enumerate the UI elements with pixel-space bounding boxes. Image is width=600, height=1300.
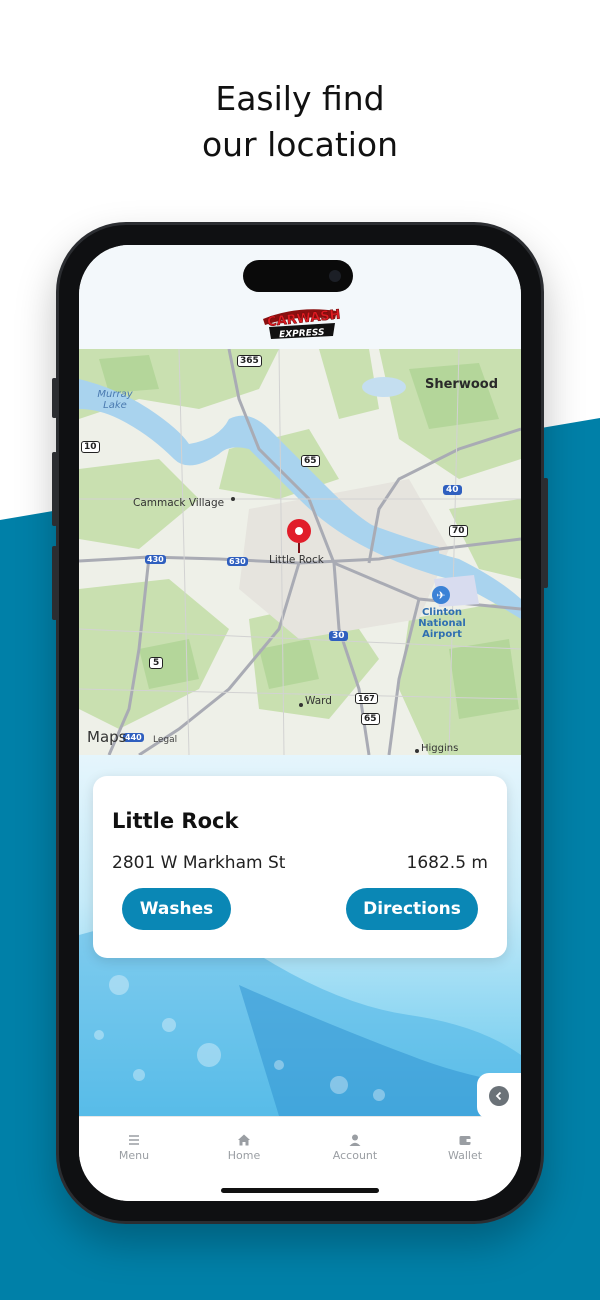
account-icon bbox=[349, 1134, 361, 1146]
washes-button[interactable]: Washes bbox=[122, 888, 231, 930]
phone-power-button bbox=[543, 478, 548, 588]
phone-volume-up-button bbox=[52, 452, 57, 526]
carwash-express-logo: CARWASH EXPRESS bbox=[263, 307, 342, 340]
shield-40: 40 bbox=[443, 485, 462, 495]
phone-action-button bbox=[52, 378, 57, 418]
menu-icon bbox=[129, 1135, 139, 1145]
label-little-rock: Little Rock bbox=[269, 554, 324, 566]
shield-167: 167 bbox=[355, 693, 378, 704]
front-camera bbox=[329, 270, 341, 282]
shield-365: 365 bbox=[237, 355, 262, 367]
label-sherwood: Sherwood bbox=[425, 377, 499, 392]
label-ward: Ward bbox=[305, 695, 332, 707]
directions-button[interactable]: Directions bbox=[346, 888, 478, 930]
home-indicator[interactable] bbox=[221, 1188, 379, 1193]
phone-screen: CARWASH EXPRESS ✈ 365 10 65 40 70 430 63… bbox=[79, 245, 521, 1201]
nav-label-menu: Menu bbox=[118, 1149, 150, 1162]
headline-line-2: our location bbox=[201, 125, 399, 164]
nav-label-account: Account bbox=[332, 1149, 378, 1162]
maps-label: Maps bbox=[87, 728, 127, 746]
wallet-icon bbox=[459, 1136, 471, 1145]
svg-text:✈: ✈ bbox=[436, 589, 445, 602]
logo-text-bottom: EXPRESS bbox=[279, 328, 325, 340]
label-clinton-airport: Clinton National Airport bbox=[418, 607, 466, 640]
collapse-panel-tab[interactable] bbox=[477, 1073, 521, 1119]
shield-70: 70 bbox=[449, 525, 468, 537]
shield-5: 5 bbox=[149, 657, 164, 669]
shield-10: 10 bbox=[81, 441, 100, 453]
label-higgins: Higgins bbox=[421, 743, 459, 754]
location-distance: 1682.5 m bbox=[406, 853, 488, 873]
headline: Easily find our location bbox=[0, 76, 600, 168]
legal-link[interactable]: Legal bbox=[153, 735, 177, 745]
apple-maps-attribution[interactable]: Maps bbox=[87, 727, 126, 746]
location-name: Little Rock bbox=[112, 809, 239, 833]
nav-item-account[interactable]: Account bbox=[300, 1133, 410, 1162]
phone-volume-down-button bbox=[52, 546, 57, 620]
shield-30: 30 bbox=[329, 631, 348, 641]
location-address: 2801 W Markham St bbox=[112, 853, 286, 873]
label-cammack-village: Cammack Village bbox=[133, 497, 225, 509]
nav-label-home: Home bbox=[227, 1149, 261, 1162]
map-view[interactable]: ✈ 365 10 65 40 70 430 630 30 5 167 65 44… bbox=[79, 349, 521, 755]
home-icon bbox=[238, 1134, 250, 1146]
shield-65-north: 65 bbox=[301, 455, 320, 467]
chevron-left-icon bbox=[489, 1086, 509, 1106]
location-card[interactable]: Little Rock 2801 W Markham St 1682.5 m W… bbox=[93, 776, 507, 958]
nav-label-wallet: Wallet bbox=[447, 1149, 483, 1162]
dynamic-island bbox=[243, 260, 353, 292]
nav-item-home[interactable]: Home bbox=[189, 1133, 299, 1162]
label-murray-lake: Murray Lake bbox=[97, 389, 133, 411]
nav-item-menu[interactable]: Menu bbox=[79, 1133, 189, 1162]
map-canvas: ✈ bbox=[79, 349, 521, 755]
phone-frame: CARWASH EXPRESS ✈ 365 10 65 40 70 430 63… bbox=[52, 222, 548, 1224]
nav-item-wallet[interactable]: Wallet bbox=[410, 1133, 520, 1162]
shield-65-south: 65 bbox=[361, 713, 380, 725]
shield-430: 430 bbox=[145, 555, 166, 564]
shield-630: 630 bbox=[227, 557, 248, 566]
headline-line-1: Easily find bbox=[215, 79, 385, 118]
